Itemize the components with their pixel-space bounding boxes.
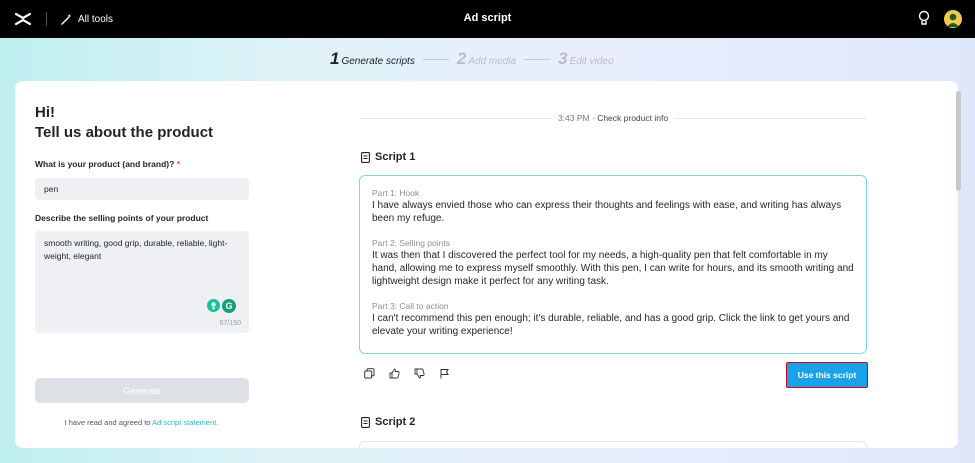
- product-form-panel: Hi! Tell us about the product What is yo…: [15, 81, 268, 448]
- step-number: 1: [330, 49, 340, 68]
- selling-points-value: smooth writing, good grip, durable, reli…: [44, 238, 228, 261]
- use-this-script-button[interactable]: Use this script: [786, 362, 868, 388]
- form-title: Tell us about the product: [35, 124, 214, 141]
- thumbs-up-icon[interactable]: [389, 368, 400, 379]
- product-question-label: What is your product (and brand)? *: [35, 159, 180, 169]
- call-to-action-text: I can't recommend this pen enough; it's …: [372, 313, 850, 337]
- scrollbar[interactable]: [956, 81, 961, 448]
- step-label: Add media: [468, 56, 517, 67]
- document-icon: [361, 416, 370, 428]
- ad-script-statement-link[interactable]: Ad script statement.: [152, 418, 218, 427]
- required-mark: *: [176, 159, 180, 169]
- script-1-title: Script 1: [375, 151, 416, 163]
- script-actions: [364, 368, 450, 379]
- product-input[interactable]: [35, 178, 249, 200]
- step-label: Edit video: [569, 56, 614, 67]
- scrollbar-thumb[interactable]: [956, 91, 961, 191]
- call-to-action-label: Part 3: Call to action: [372, 301, 449, 311]
- generate-button[interactable]: Generate: [35, 378, 249, 403]
- step-connector: [422, 58, 449, 60]
- copy-icon[interactable]: [364, 368, 375, 379]
- step-number: 2: [456, 49, 467, 68]
- timestamp: 3:43 PM: [557, 113, 590, 123]
- selling-points-label: Describe the selling points of your prod…: [35, 213, 209, 223]
- script-1-heading: Script 1: [361, 151, 415, 163]
- assistant-icon[interactable]: [207, 299, 220, 312]
- lightbulb-icon[interactable]: [917, 10, 931, 28]
- selling-points-textarea[interactable]: smooth writing, good grip, durable, reli…: [35, 231, 249, 333]
- step-generate-scripts[interactable]: 1 Generate scripts: [330, 49, 415, 69]
- hook-label: Part 1: Hook: [372, 188, 420, 198]
- thumbs-down-icon[interactable]: [414, 368, 425, 379]
- page-title: Ad script: [463, 12, 512, 24]
- greeting: Hi!: [35, 104, 55, 121]
- step-add-media[interactable]: 2 Add media: [457, 49, 516, 69]
- flag-icon[interactable]: [439, 368, 450, 379]
- selling-points-part-label: Part 2: Selling points: [372, 238, 450, 248]
- divider-line: [360, 117, 552, 119]
- avatar[interactable]: [944, 10, 962, 28]
- step-edit-video[interactable]: 3 Edit video: [558, 49, 613, 69]
- status-text: Check product info: [597, 113, 669, 123]
- timestamp-separator: ·: [591, 113, 595, 123]
- selling-points-part-text: It was then that I discovered the perfec…: [372, 250, 854, 287]
- script-2-content[interactable]: [359, 441, 867, 448]
- char-counter: 67/150: [219, 320, 241, 327]
- script-2-title: Script 2: [375, 416, 416, 428]
- hook-text: I have always envied those who can expre…: [372, 200, 842, 224]
- step-label: Generate scripts: [341, 56, 415, 67]
- agreement-prefix: I have read and agreed to: [64, 418, 153, 427]
- agreement-text: I have read and agreed to Ad script stat…: [15, 418, 268, 427]
- timestamp-row: 3:43 PM · Check product info: [360, 113, 866, 123]
- script-2-heading: Script 2: [361, 416, 415, 428]
- script-results-panel: 3:43 PM · Check product info Script 1 Pa…: [268, 81, 958, 448]
- step-indicator: 1 Generate scripts 2 Add media 3 Edit vi…: [330, 49, 614, 69]
- top-bar: All tools Ad script: [0, 0, 975, 38]
- grammarly-icon[interactable]: G: [222, 299, 236, 313]
- form-heading: Hi! Tell us about the product: [35, 103, 213, 143]
- document-icon: [361, 151, 370, 163]
- script-1-content[interactable]: Part 1: Hook I have always envied those …: [359, 175, 867, 354]
- timestamp-status: 3:43 PM · Check product info: [558, 113, 668, 123]
- step-number: 3: [558, 49, 568, 68]
- user-icon: [947, 13, 959, 27]
- step-connector: [524, 58, 551, 60]
- divider-line: [674, 117, 866, 119]
- product-question-text: What is your product (and brand)?: [35, 159, 175, 169]
